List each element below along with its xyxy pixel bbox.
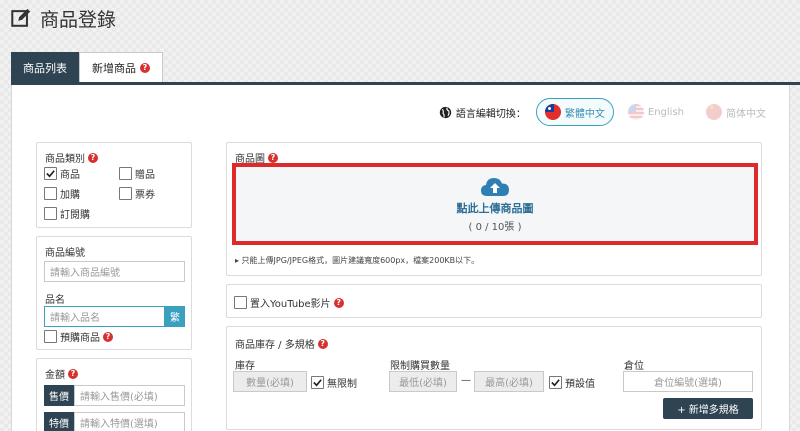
preorder-checkbox-row[interactable]: 預購商品 ?: [44, 329, 113, 344]
product-code-label: 商品編號: [45, 248, 85, 259]
lang-option-zh-cn[interactable]: 简体中文: [698, 98, 774, 126]
sale-price-input[interactable]: 請輸入售價(必填): [74, 385, 185, 406]
checkbox[interactable]: [549, 376, 562, 389]
youtube-card: 置入YouTube影片 ?: [226, 284, 762, 318]
us-flag-icon: [627, 104, 644, 120]
category-option-addon[interactable]: 加購: [44, 186, 80, 201]
unlimited-label: 無限制: [327, 379, 357, 390]
tab-label: 商品列表: [23, 61, 67, 75]
youtube-label: 置入YouTube影片: [250, 299, 331, 310]
warehouse-label: 倉位: [624, 361, 644, 372]
edit-icon: [11, 8, 31, 27]
language-label: 語言編輯切換：: [439, 105, 526, 120]
stock-label: 庫存: [235, 361, 255, 372]
checkbox[interactable]: [311, 376, 324, 389]
checkbox[interactable]: [44, 187, 57, 200]
tab-product-list[interactable]: 商品列表: [11, 52, 79, 83]
tab-add-product[interactable]: 新增商品 ?: [79, 52, 163, 83]
upload-text: 點此上傳商品圖: [456, 201, 534, 215]
category-option-label: 票券: [135, 190, 155, 201]
globe-icon: [439, 106, 452, 118]
purchase-limit-label: 限制購買數量: [390, 361, 450, 372]
image-format-note: ▸ 只能上傳JPG/JPEG格式，圖片建議寬度600px，檔案200KB以下。: [235, 256, 480, 265]
price-card: 金額 ? 售價 請輸入售價(必填) 特價 請輸入特價(選填): [36, 358, 192, 431]
product-name-label: 品名: [45, 295, 65, 306]
sale-price-tag: 售價: [44, 385, 74, 406]
language-label-text: 語言編輯切換：: [455, 108, 526, 120]
help-icon[interactable]: ?: [140, 63, 150, 73]
inventory-label: 商品庫存 / 多規格 ?: [235, 336, 328, 351]
default-label: 預設值: [565, 379, 595, 390]
checkbox[interactable]: [44, 167, 57, 180]
china-flag-icon: [706, 104, 722, 120]
product-name-lang-tag: 繁: [165, 306, 185, 327]
category-option-ticket[interactable]: 票券: [119, 186, 155, 201]
checkbox[interactable]: [119, 167, 132, 180]
image-upload-dropzone[interactable]: 點此上傳商品圖 ( 0 / 10張 ): [232, 163, 758, 245]
max-quantity-input[interactable]: 最高(必填): [474, 371, 544, 392]
lang-option-label: 简体中文: [726, 108, 766, 120]
category-option-gift[interactable]: 贈品: [119, 166, 155, 181]
price-label: 金額 ?: [45, 366, 78, 381]
category-label-text: 商品類別: [45, 154, 85, 165]
product-info-card: 商品編號 請輸入商品編號 品名 請輸入品名 繁 預購商品 ?: [36, 236, 192, 350]
category-option-product[interactable]: 商品: [44, 166, 80, 181]
product-name-input[interactable]: 請輸入品名: [44, 306, 165, 327]
lang-option-en[interactable]: English: [620, 98, 692, 126]
upload-count: ( 0 / 10張 ): [468, 221, 522, 233]
help-icon[interactable]: ?: [88, 152, 98, 163]
checkbox[interactable]: [44, 330, 57, 343]
help-icon[interactable]: ?: [103, 331, 113, 342]
category-option-subscription[interactable]: 訂閱購: [44, 206, 90, 221]
taiwan-flag-icon: [544, 104, 561, 120]
cloud-upload-icon: [481, 177, 509, 196]
product-code-input[interactable]: 請輸入商品編號: [44, 261, 185, 282]
checkbox[interactable]: [119, 187, 132, 200]
unlimited-checkbox-row[interactable]: 無限制: [311, 375, 357, 390]
stock-input[interactable]: 數量(必填): [233, 371, 307, 392]
special-price-tag: 特價: [44, 412, 74, 431]
checkbox[interactable]: [44, 207, 57, 220]
language-switcher: 語言編輯切換： 繁體中文 English 简体中文: [439, 98, 774, 126]
category-option-label: 加購: [60, 190, 80, 201]
category-option-label: 訂閱購: [60, 210, 90, 221]
lang-option-label: 繁體中文: [564, 108, 605, 120]
category-option-label: 商品: [60, 170, 80, 181]
category-option-label: 贈品: [135, 170, 155, 181]
lang-option-label: English: [647, 106, 684, 118]
youtube-checkbox-row[interactable]: 置入YouTube影片 ?: [234, 295, 344, 310]
checkbox[interactable]: [234, 296, 247, 309]
category-label: 商品類別 ?: [45, 150, 98, 165]
default-checkbox-row[interactable]: 預設值: [549, 375, 595, 390]
help-icon[interactable]: ?: [68, 368, 78, 379]
special-price-input[interactable]: 請輸入特價(選填): [74, 412, 185, 431]
checkmark-icon: [46, 170, 55, 178]
tab-bar: 商品列表 新增商品 ?: [11, 52, 163, 83]
min-quantity-input[interactable]: 最低(必填): [389, 371, 457, 392]
add-spec-button[interactable]: + 新增多規格: [663, 398, 753, 419]
page-header: 商品登錄: [10, 3, 116, 33]
checkmark-icon: [551, 379, 560, 387]
range-dash: —: [461, 375, 471, 386]
help-icon[interactable]: ?: [333, 297, 344, 308]
preorder-label: 預購商品: [60, 333, 100, 344]
help-icon[interactable]: ?: [268, 152, 278, 163]
warehouse-input[interactable]: 倉位編號(選填): [623, 371, 753, 392]
checkmark-icon: [313, 379, 322, 387]
category-card: 商品類別 ? 商品 贈品 加購 票券 訂閱購: [36, 142, 192, 228]
lang-option-zh-tw[interactable]: 繁體中文: [535, 98, 614, 126]
tab-label: 新增商品: [92, 62, 136, 75]
price-label-text: 金額: [45, 370, 65, 381]
help-icon[interactable]: ?: [317, 338, 328, 349]
inventory-label-text: 商品庫存 / 多規格: [235, 340, 315, 351]
page-title: 商品登錄: [40, 8, 117, 31]
